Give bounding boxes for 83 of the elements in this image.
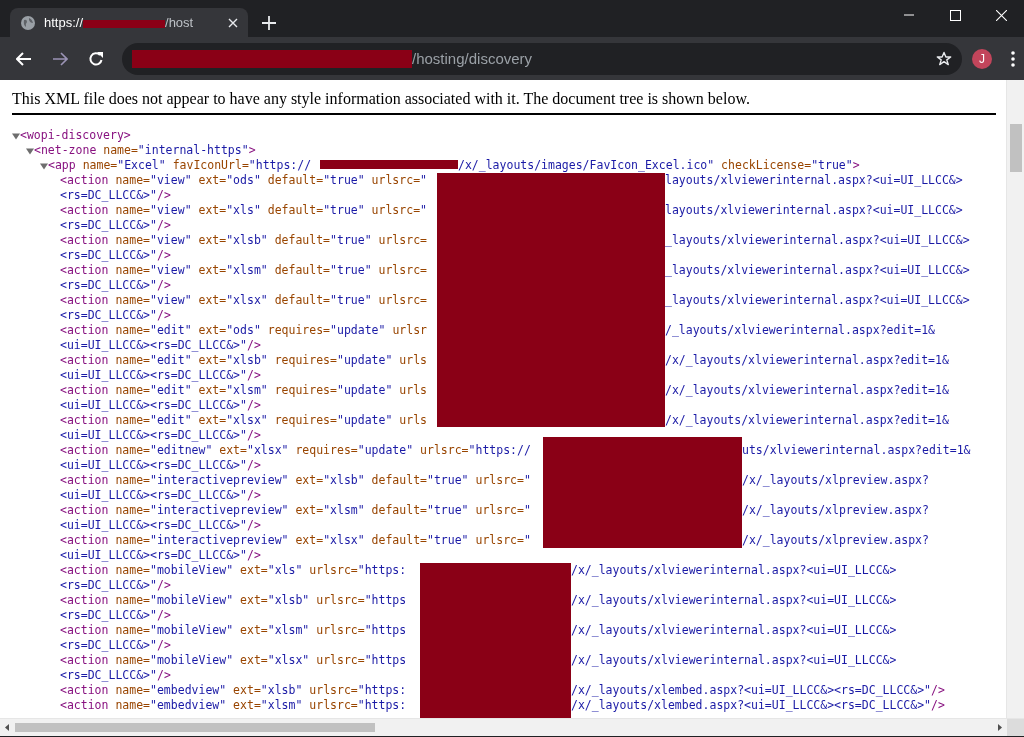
- xml-text: <action name="view" ext="ods" default="true" urlsrc=": [60, 173, 427, 188]
- xml-text: <action name="mobileView" ext="xlsx" urlsrc="https: [60, 653, 407, 668]
- xml-text: <action name="interactivepreview" ext="xlsb" default="true" urlsrc=": [60, 473, 531, 488]
- xml-text: <rs=DC_LLCC&>"/>: [60, 608, 171, 623]
- scrollbar-thumb[interactable]: [1010, 124, 1022, 172]
- xml-text: <net-zone name="internal-https">: [34, 143, 256, 158]
- xml-text: <action name="edit" ext="xlsm" requires="update" urls: [60, 383, 427, 398]
- tab-title: https://: [44, 15, 84, 30]
- xml-text: /x/_layouts/xlembed.aspx?<ui=UI_LLCC&><rs=DC_LLCC&>"/>: [571, 698, 945, 713]
- xml-text: /x/_layouts/xlpreview.aspx?: [742, 503, 929, 518]
- xml-text: /x/_layouts/xlviewerinternal.aspx?edit=1&: [665, 383, 949, 398]
- xml-text: <action name="mobileView" ext="xls" urlsrc="https:: [60, 563, 407, 578]
- xml-text: <ui=UI_LLCC&><rs=DC_LLCC&>"/>: [60, 338, 261, 353]
- xml-text: <action name="editnew" ext="xlsx" requires="update" urlsrc="https://: [60, 443, 531, 458]
- xml-text: <action name="edit" ext="ods" requires="update" urlsr: [60, 323, 427, 338]
- xml-style-notice: This XML file does not appear to have any style information associated with it. The document tree is shown below.: [12, 90, 996, 115]
- xml-text: <ui=UI_LLCC&><rs=DC_LLCC&>"/>: [60, 428, 261, 443]
- xml-text: <action name="mobileView" ext="xlsb" urlsrc="https: [60, 593, 407, 608]
- xml-text: /x/_layouts/xlviewerinternal.aspx?<ui=UI_LLCC&>: [571, 563, 897, 578]
- close-icon[interactable]: [228, 17, 238, 28]
- xml-text: <action name="interactivepreview" ext="xlsx" default="true" urlsrc=": [60, 533, 531, 548]
- xml-text: <rs=DC_LLCC&>"/>: [60, 308, 171, 323]
- triangle-icon[interactable]: [12, 131, 20, 140]
- xml-text: <rs=DC_LLCC&>"/>: [60, 668, 171, 683]
- minimize-icon: [904, 14, 914, 16]
- xml-text: layouts/xlviewerinternal.aspx?<ui=UI_LLCC&>: [665, 173, 963, 188]
- xml-text: _layouts/xlviewerinternal.aspx?<ui=UI_LLCC&>: [665, 233, 970, 248]
- xml-text: _layouts/xlviewerinternal.aspx?<ui=UI_LLCC&>: [665, 293, 970, 308]
- xml-text: <action name="mobileView" ext="xlsm" urlsrc="https: [60, 623, 407, 638]
- address-bar[interactable]: /hosting/discovery: [122, 42, 962, 75]
- xml-text: /x/_layouts/images/FavIcon_Excel.ico" checkLicense="true">: [458, 158, 860, 173]
- xml-text: /x/_layouts/xlembed.aspx?<ui=UI_LLCC&><rs=DC_LLCC&>"/>: [571, 683, 945, 698]
- xml-text: /_layouts/xlviewerinternal.aspx?edit=1&: [665, 323, 936, 338]
- xml-text: /x/_layouts/xlviewerinternal.aspx?edit=1&: [665, 353, 949, 368]
- xml-text: <action name="embedview" ext="xlsm" urlsrc="https:: [60, 698, 407, 713]
- xml-text: <rs=DC_LLCC&>"/>: [60, 578, 171, 593]
- xml-text: <action name="embedview" ext="xlsb" urlsrc="https:: [60, 683, 407, 698]
- xml-text: <ui=UI_LLCC&><rs=DC_LLCC&>"/>: [60, 458, 261, 473]
- xml-text: <ui=UI_LLCC&><rs=DC_LLCC&>"/>: [60, 368, 261, 383]
- xml-text: <action name="view" ext="xlsb" default="true" urlsrc=: [60, 233, 427, 248]
- xml-text: <action name="edit" ext="xlsx" requires="update" urls: [60, 413, 427, 428]
- xml-text: layouts/xlviewerinternal.aspx?<ui=UI_LLCC&>: [665, 203, 963, 218]
- scrollbar-thumb[interactable]: [15, 723, 375, 732]
- xml-text: <action name="edit" ext="xlsb" requires="update" urls: [60, 353, 427, 368]
- xml-text: /x/_layouts/xlviewerinternal.aspx?<ui=UI_LLCC&>: [571, 623, 897, 638]
- xml-text: <rs=DC_LLCC&>"/>: [60, 278, 171, 293]
- xml-text: <ui=UI_LLCC&><rs=DC_LLCC&>"/>: [60, 518, 261, 533]
- xml-text: /x/_layouts/xlviewerinternal.aspx?<ui=UI_LLCC&>: [571, 593, 897, 608]
- xml-text: <rs=DC_LLCC&>"/>: [60, 248, 171, 263]
- xml-text: _layouts/xlviewerinternal.aspx?<ui=UI_LLCC&>: [665, 263, 970, 278]
- xml-text: /x/_layouts/xlviewerinternal.aspx?<ui=UI_LLCC&>: [571, 653, 897, 668]
- xml-text: <app name="Excel" favIconUrl="https://: [48, 158, 312, 173]
- menu-icon[interactable]: [1011, 50, 1015, 67]
- xml-text: /x/_layouts/xlpreview.aspx?: [742, 533, 929, 548]
- xml-text: <rs=DC_LLCC&>"/>: [60, 638, 171, 653]
- xml-text: <ui=UI_LLCC&><rs=DC_LLCC&>"/>: [60, 488, 261, 503]
- tab-title: /host: [165, 15, 194, 30]
- xml-text: <rs=DC_LLCC&>"/>: [60, 188, 171, 203]
- url-text: /hosting/discovery: [412, 50, 533, 67]
- browser-tab[interactable]: https:// /host: [10, 8, 248, 37]
- forward-arrow-icon: [52, 51, 68, 66]
- profile-avatar[interactable]: J: [972, 48, 992, 69]
- xml-text: <action name="view" ext="xls" default="true" urlsrc=": [60, 203, 427, 218]
- xml-text: uts/xlviewerinternal.aspx?edit=1&: [742, 443, 971, 458]
- maximize-icon: [949, 9, 961, 21]
- triangle-icon[interactable]: [26, 146, 34, 155]
- xml-text: <rs=DC_LLCC&>"/>: [60, 218, 171, 233]
- xml-text: <wopi-discovery>: [20, 128, 131, 143]
- star-icon[interactable]: [936, 50, 952, 67]
- globe-icon: [20, 14, 36, 31]
- plus-icon[interactable]: [262, 16, 276, 30]
- xml-text: /x/_layouts/xlviewerinternal.aspx?edit=1&: [665, 413, 949, 428]
- xml-text: <ui=UI_LLCC&><rs=DC_LLCC&>"/>: [60, 398, 261, 413]
- back-arrow-icon: [16, 51, 32, 66]
- xml-text: <action name="interactivepreview" ext="xlsm" default="true" urlsrc=": [60, 503, 531, 518]
- close-icon: [995, 9, 1007, 21]
- xml-text: <action name="view" ext="xlsm" default="true" urlsrc=: [60, 263, 427, 278]
- xml-text: <action name="view" ext="xlsx" default="true" urlsrc=: [60, 293, 427, 308]
- vertical-scrollbar[interactable]: [1006, 80, 1024, 718]
- xml-text: /x/_layouts/xlpreview.aspx?: [742, 473, 929, 488]
- xml-text: <ui=UI_LLCC&><rs=DC_LLCC&>"/>: [60, 548, 261, 563]
- reload-icon: [88, 50, 104, 67]
- triangle-icon[interactable]: [40, 161, 48, 170]
